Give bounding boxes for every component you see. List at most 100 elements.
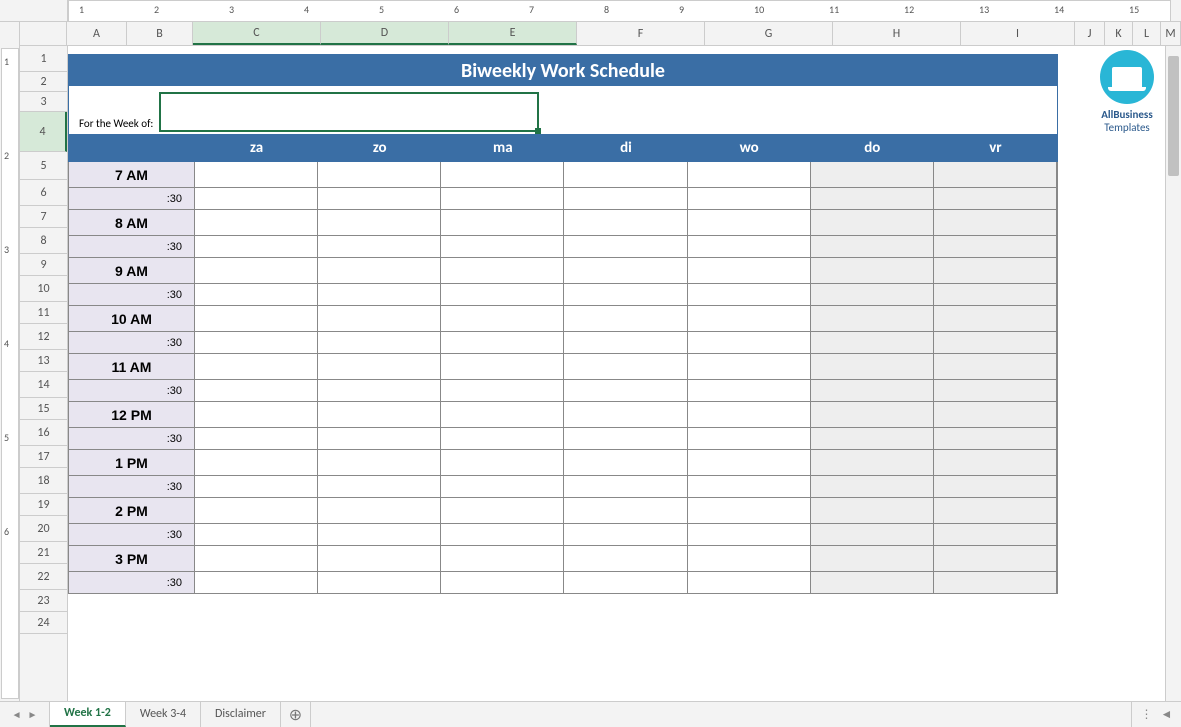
schedule-cell[interactable]	[441, 428, 564, 450]
schedule-cell[interactable]	[934, 210, 1057, 236]
schedule-cell[interactable]	[934, 306, 1057, 332]
schedule-cell[interactable]	[441, 188, 564, 210]
vertical-scrollbar[interactable]	[1165, 46, 1181, 701]
vertical-ruler[interactable]: 123456	[0, 46, 20, 701]
schedule-cell[interactable]	[441, 546, 564, 572]
row-header-15[interactable]: 15	[20, 398, 67, 420]
schedule-cell[interactable]	[564, 402, 687, 428]
row-header-24[interactable]: 24	[20, 612, 67, 634]
column-header-K[interactable]: K	[1105, 22, 1133, 45]
schedule-cell[interactable]	[564, 162, 687, 188]
schedule-cell[interactable]	[318, 284, 441, 306]
schedule-cell[interactable]	[688, 284, 811, 306]
schedule-cell[interactable]	[811, 476, 934, 498]
row-header-11[interactable]: 11	[20, 302, 67, 324]
schedule-cell[interactable]	[441, 450, 564, 476]
active-cell-selection[interactable]	[159, 92, 539, 132]
schedule-cell[interactable]	[564, 380, 687, 402]
schedule-cell[interactable]	[441, 236, 564, 258]
scrollbar-thumb[interactable]	[1168, 56, 1179, 176]
row-header-22[interactable]: 22	[20, 564, 67, 590]
column-header-B[interactable]: B	[127, 22, 193, 45]
schedule-cell[interactable]	[934, 332, 1057, 354]
row-header-8[interactable]: 8	[20, 228, 67, 254]
schedule-cell[interactable]	[688, 258, 811, 284]
schedule-cell[interactable]	[934, 450, 1057, 476]
schedule-cell[interactable]	[564, 306, 687, 332]
row-header-1[interactable]: 1	[20, 46, 67, 72]
schedule-cell[interactable]	[441, 354, 564, 380]
schedule-cell[interactable]	[564, 258, 687, 284]
schedule-cell[interactable]	[441, 210, 564, 236]
tab-menu-icon[interactable]: ⋮	[1141, 707, 1153, 722]
tab-scroll-icon[interactable]: ◄	[1161, 707, 1173, 722]
schedule-cell[interactable]	[195, 162, 318, 188]
add-sheet-button[interactable]: ⊕	[281, 702, 311, 727]
schedule-cell[interactable]	[441, 258, 564, 284]
column-header-L[interactable]: L	[1133, 22, 1161, 45]
sheet-tab-week-3-4[interactable]: Week 3-4	[126, 702, 201, 727]
schedule-cell[interactable]	[441, 380, 564, 402]
schedule-cell[interactable]	[688, 162, 811, 188]
schedule-cell[interactable]	[318, 380, 441, 402]
schedule-cell[interactable]	[195, 428, 318, 450]
schedule-cell[interactable]	[688, 236, 811, 258]
schedule-cell[interactable]	[318, 354, 441, 380]
schedule-cell[interactable]	[195, 524, 318, 546]
schedule-cell[interactable]	[318, 498, 441, 524]
schedule-cell[interactable]	[934, 354, 1057, 380]
row-header-2[interactable]: 2	[20, 72, 67, 92]
row-header-13[interactable]: 13	[20, 350, 67, 372]
row-header-19[interactable]: 19	[20, 494, 67, 516]
schedule-cell[interactable]	[318, 188, 441, 210]
column-header-C[interactable]: C	[193, 22, 321, 45]
schedule-cell[interactable]	[688, 572, 811, 594]
schedule-cell[interactable]	[195, 236, 318, 258]
row-header-21[interactable]: 21	[20, 542, 67, 564]
column-header-F[interactable]: F	[577, 22, 705, 45]
schedule-cell[interactable]	[564, 476, 687, 498]
row-header-20[interactable]: 20	[20, 516, 67, 542]
cells-area[interactable]: Biweekly Work Schedule For the Week of: …	[68, 46, 1181, 701]
schedule-cell[interactable]	[688, 380, 811, 402]
schedule-cell[interactable]	[811, 380, 934, 402]
row-header-4[interactable]: 4	[20, 112, 67, 152]
schedule-cell[interactable]	[688, 332, 811, 354]
schedule-cell[interactable]	[811, 450, 934, 476]
schedule-cell[interactable]	[811, 306, 934, 332]
schedule-cell[interactable]	[441, 284, 564, 306]
row-header-6[interactable]: 6	[20, 180, 67, 206]
schedule-cell[interactable]	[318, 236, 441, 258]
schedule-cell[interactable]	[195, 210, 318, 236]
tab-prev-icon[interactable]: ◄	[12, 708, 22, 721]
schedule-cell[interactable]	[564, 354, 687, 380]
schedule-cell[interactable]	[318, 306, 441, 332]
column-header-H[interactable]: H	[833, 22, 961, 45]
schedule-cell[interactable]	[318, 546, 441, 572]
schedule-cell[interactable]	[811, 210, 934, 236]
row-header-7[interactable]: 7	[20, 206, 67, 228]
schedule-cell[interactable]	[688, 546, 811, 572]
row-header-10[interactable]: 10	[20, 276, 67, 302]
schedule-cell[interactable]	[564, 498, 687, 524]
schedule-cell[interactable]	[441, 476, 564, 498]
horizontal-ruler[interactable]: 123456789101112131415	[68, 0, 1171, 22]
schedule-cell[interactable]	[195, 258, 318, 284]
schedule-cell[interactable]	[934, 380, 1057, 402]
schedule-cell[interactable]	[934, 162, 1057, 188]
schedule-cell[interactable]	[318, 332, 441, 354]
schedule-cell[interactable]	[934, 546, 1057, 572]
schedule-cell[interactable]	[688, 428, 811, 450]
schedule-cell[interactable]	[811, 284, 934, 306]
schedule-cell[interactable]	[441, 572, 564, 594]
schedule-cell[interactable]	[564, 524, 687, 546]
schedule-cell[interactable]	[811, 428, 934, 450]
column-header-I[interactable]: I	[961, 22, 1075, 45]
schedule-cell[interactable]	[318, 450, 441, 476]
schedule-cell[interactable]	[688, 306, 811, 332]
schedule-cell[interactable]	[195, 306, 318, 332]
schedule-cell[interactable]	[195, 380, 318, 402]
schedule-cell[interactable]	[564, 572, 687, 594]
schedule-cell[interactable]	[318, 258, 441, 284]
row-header-9[interactable]: 9	[20, 254, 67, 276]
